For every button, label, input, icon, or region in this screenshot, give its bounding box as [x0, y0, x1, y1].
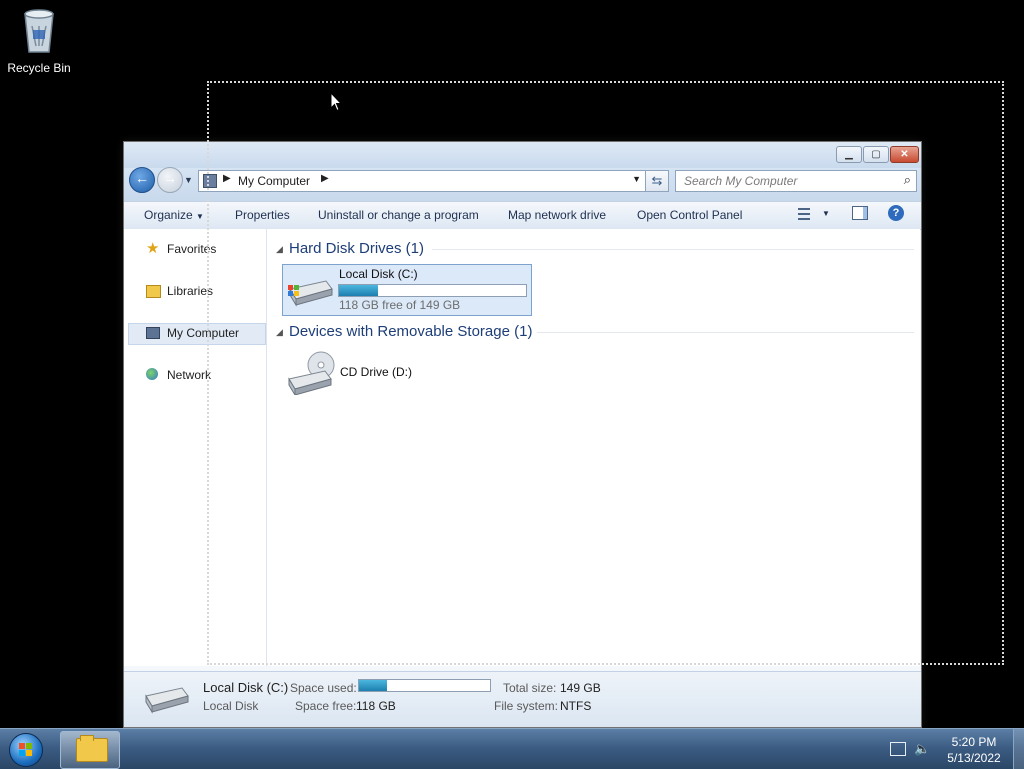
drive-usage-bar-c: [338, 284, 527, 297]
command-bar: Organize ▼ Properties Uninstall or chang…: [124, 201, 921, 230]
chevron-down-icon: ▼: [196, 212, 204, 221]
search-box[interactable]: Search My Computer ⌕: [675, 170, 917, 192]
breadcrumb-chevron-icon[interactable]: ▶: [223, 173, 231, 184]
details-drive-type: Local Disk: [203, 699, 259, 713]
forward-arrow-icon: →: [163, 170, 177, 186]
drive-tile-cd-drive-d[interactable]: CD Drive (D:): [282, 347, 442, 397]
drive-name-d: CD Drive (D:): [340, 365, 412, 379]
nav-item-my-computer[interactable]: My Computer: [144, 323, 264, 343]
hard-drive-icon: [145, 687, 189, 714]
minimize-icon: ▁: [845, 149, 853, 160]
address-dropdown-icon[interactable]: ▼: [632, 174, 641, 184]
hard-drive-icon: [288, 280, 333, 307]
group-divider: [432, 249, 914, 250]
details-space-used-label: Space used:: [290, 681, 357, 695]
navigation-pane: ★ Favorites Libraries My Computer Networ…: [124, 229, 267, 666]
nav-item-libraries[interactable]: Libraries: [144, 281, 264, 301]
nav-label-favorites: Favorites: [167, 242, 217, 256]
organize-menu[interactable]: Organize ▼: [144, 208, 204, 222]
nav-label-libraries: Libraries: [167, 284, 214, 298]
details-pane: Local Disk (C:) Local Disk Space used: S…: [124, 671, 921, 727]
back-button[interactable]: ←: [129, 167, 155, 193]
open-control-panel-button[interactable]: Open Control Panel: [637, 208, 742, 222]
maximize-button[interactable]: ▢: [863, 146, 889, 163]
minimize-button[interactable]: ▁: [836, 146, 862, 163]
uninstall-program-button[interactable]: Uninstall or change a program: [318, 208, 479, 222]
recycle-bin-label: Recycle Bin: [7, 61, 71, 75]
details-drive-name: Local Disk (C:): [203, 680, 289, 695]
computer-icon: [203, 174, 217, 188]
close-icon: ✕: [900, 149, 909, 160]
drive-name-c: Local Disk (C:): [339, 267, 418, 281]
refresh-button[interactable]: ⇆: [645, 170, 669, 192]
organize-label: Organize: [144, 208, 193, 222]
star-icon: ★: [146, 240, 160, 257]
view-options-chevron-icon[interactable]: ▼: [822, 209, 830, 218]
change-view-icon[interactable]: [796, 206, 814, 222]
nav-label-my-computer: My Computer: [167, 326, 240, 340]
breadcrumb-chevron-icon[interactable]: ▶: [321, 173, 329, 184]
maximize-icon: ▢: [871, 149, 881, 160]
close-button[interactable]: ✕: [890, 146, 919, 163]
start-button[interactable]: [4, 731, 46, 767]
taskbar: 🔈 5:20 PM 5/13/2022: [0, 728, 1024, 769]
details-space-free-label: Space free:: [295, 699, 357, 713]
group-divider: [537, 332, 914, 333]
windows-logo-icon: [9, 733, 43, 767]
show-desktop-button[interactable]: [1013, 729, 1024, 769]
clock-date: 5/13/2022: [947, 751, 1001, 765]
mouse-cursor-icon: [330, 92, 342, 112]
details-file-system-value: NTFS: [560, 699, 592, 713]
network-icon: [146, 368, 158, 380]
volume-tray-icon[interactable]: 🔈: [914, 741, 930, 757]
cd-drive-icon: [288, 351, 335, 395]
details-file-system-label: File system:: [494, 699, 559, 713]
details-total-size-label: Total size:: [503, 681, 557, 695]
collapse-triangle-icon[interactable]: ◢: [276, 327, 283, 338]
folder-icon: [76, 735, 108, 762]
library-icon: [146, 285, 161, 298]
search-input[interactable]: Search My Computer: [684, 174, 797, 188]
drive-usage-fill-c: [339, 285, 379, 296]
help-icon[interactable]: ?: [888, 205, 904, 221]
back-arrow-icon: ←: [135, 170, 149, 186]
details-space-free-value: 118 GB: [356, 699, 396, 713]
network-tray-icon[interactable]: [890, 742, 906, 756]
collapse-triangle-icon[interactable]: ◢: [276, 244, 283, 255]
details-usage-bar: [358, 679, 491, 692]
properties-button[interactable]: Properties: [235, 208, 290, 222]
preview-pane-icon[interactable]: [852, 206, 868, 220]
details-total-size-value: 149 GB: [560, 681, 601, 695]
recent-pages-dropdown-icon[interactable]: ▼: [184, 175, 193, 185]
title-bar[interactable]: ▁ ▢ ✕: [124, 142, 921, 168]
map-network-drive-button[interactable]: Map network drive: [508, 208, 606, 222]
clock-time: 5:20 PM: [951, 735, 997, 749]
group-header-removable[interactable]: Devices with Removable Storage (1): [289, 323, 532, 340]
clock[interactable]: 5:20 PM 5/13/2022: [940, 734, 1008, 766]
explorer-window[interactable]: ▁ ▢ ✕ ← → ▼ ▶ My Computer ▶ ▼ ⇆ Search M…: [123, 141, 922, 728]
search-icon[interactable]: ⌕: [904, 172, 911, 188]
group-header-hard-disk[interactable]: Hard Disk Drives (1): [289, 240, 424, 257]
recycle-bin-icon: [24, 9, 54, 53]
details-usage-fill: [359, 680, 387, 691]
nav-item-network[interactable]: Network: [144, 365, 264, 385]
forward-button[interactable]: →: [157, 167, 183, 193]
recycle-bin[interactable]: Recycle Bin: [4, 6, 74, 75]
drive-free-c: 118 GB free of 149 GB: [339, 298, 461, 312]
refresh-icon: ⇆: [651, 173, 663, 188]
nav-item-favorites[interactable]: ★ Favorites: [144, 239, 264, 259]
nav-label-network: Network: [167, 368, 212, 382]
address-bar[interactable]: ▶ My Computer ▶ ▼: [198, 170, 646, 192]
taskbar-explorer-button[interactable]: [60, 731, 120, 769]
computer-icon: [146, 327, 160, 339]
breadcrumb-my-computer[interactable]: My Computer: [238, 174, 310, 188]
